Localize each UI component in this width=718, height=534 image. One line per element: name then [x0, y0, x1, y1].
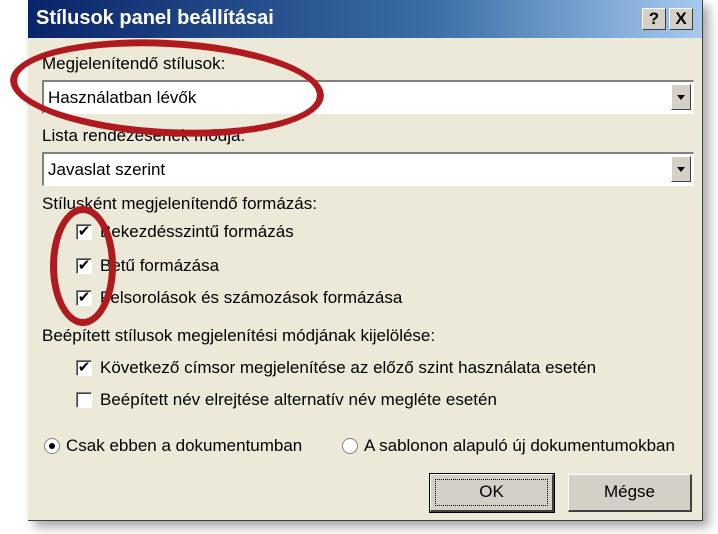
bullet-numbering-label: Felsorolások és számozások formázása [100, 288, 403, 307]
format-section-label: Stílusként megjelenítendő formázás: [42, 194, 317, 213]
scope-template-label: A sablonon alapuló új dokumentumokban [364, 436, 675, 455]
cancel-button-label: Mégse [603, 482, 656, 501]
hide-builtin-name-checkbox[interactable] [76, 392, 92, 408]
scope-this-document-radio[interactable] [44, 438, 60, 454]
next-heading-label: Következő címsor megjelenítése az előző … [100, 358, 597, 377]
scope-this-document-label: Csak ebben a dokumentumban [66, 436, 303, 455]
question-mark-icon: ? [648, 9, 660, 28]
help-button[interactable]: ? [642, 8, 666, 30]
cancel-button[interactable]: Mégse [568, 474, 692, 512]
sort-order-value: Javaslat szerint [48, 160, 166, 179]
builtin-section-label: Beépített stílusok megjelenítési módjána… [42, 326, 436, 345]
display-styles-value: Használatban lévők [48, 88, 197, 107]
checkmark-icon[interactable]: ✔ [76, 360, 92, 376]
focus-rectangle [435, 479, 548, 506]
font-formatting-label: Betű formázása [100, 256, 220, 275]
scope-template-radio[interactable] [342, 438, 358, 454]
checkmark-icon[interactable]: ✔ [76, 258, 92, 274]
sort-order-dropdown[interactable]: Javaslat szerint [42, 152, 694, 186]
screen: Stílusok panel beállításai ? X Megjelení… [0, 0, 718, 534]
close-button[interactable]: X [669, 8, 693, 30]
checkmark-icon[interactable]: ✔ [76, 224, 92, 240]
styles-pane-options-dialog: Stílusok panel beállításai ? X Megjelení… [7, 0, 703, 521]
ok-button[interactable]: OK [429, 473, 555, 513]
chevron-down-icon[interactable] [671, 156, 691, 182]
display-styles-dropdown[interactable]: Használatban lévők [42, 80, 694, 114]
dialog-title: Stílusok panel beállításai [36, 7, 274, 29]
sort-order-label: Lista rendezésének módja: [42, 126, 246, 145]
checkmark-icon[interactable]: ✔ [76, 290, 92, 306]
chevron-down-icon[interactable] [671, 84, 691, 110]
title-bar[interactable]: Stílusok panel beállításai ? X [28, 0, 702, 38]
close-icon: X [675, 9, 687, 28]
paragraph-formatting-label: Bekezdésszintű formázás [100, 222, 294, 241]
display-styles-label: Megjelenítendő stílusok: [42, 54, 226, 73]
hide-builtin-name-label: Beépített név elrejtése alternatív név m… [100, 390, 497, 409]
